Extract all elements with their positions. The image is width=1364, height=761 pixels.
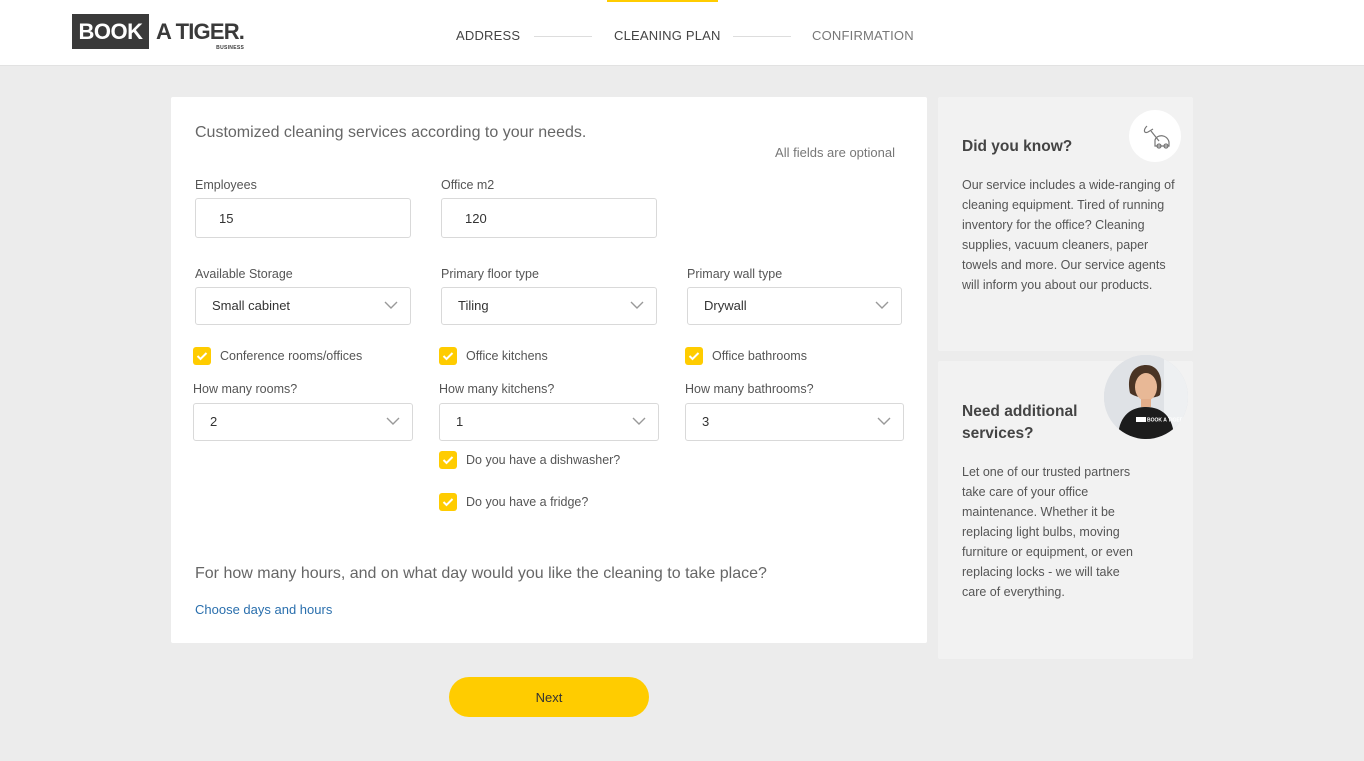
next-button[interactable]: Next — [449, 677, 649, 717]
kitchens-checkbox-row[interactable]: Office kitchens — [439, 347, 548, 365]
step-divider — [733, 36, 791, 37]
wall-type-label: Primary wall type — [687, 267, 783, 281]
storage-label: Available Storage — [195, 267, 293, 281]
cleaning-plan-form: Customized cleaning services according t… — [171, 97, 927, 643]
choose-days-hours-link[interactable]: Choose days and hours — [195, 602, 332, 617]
floor-type-label: Primary floor type — [441, 267, 539, 281]
storage-select[interactable]: Small cabinet — [195, 287, 411, 325]
checkmark-icon — [196, 352, 208, 361]
additional-services-title: Need additional services? — [962, 403, 1078, 442]
did-you-know-text: Our service includes a wide-ranging of c… — [962, 178, 1175, 292]
floor-type-value: Tiling — [458, 298, 489, 313]
chevron-down-icon — [386, 417, 400, 425]
employees-label: Employees — [195, 178, 257, 192]
chevron-down-icon — [875, 301, 889, 309]
schedule-question: For how many hours, and on what day woul… — [195, 565, 767, 582]
office-m2-label: Office m2 — [441, 178, 495, 192]
form-intro: Customized cleaning services according t… — [195, 124, 587, 141]
bathrooms-checkbox-label: Office bathrooms — [712, 349, 807, 363]
top-header: BOOK A TIGER. BUSINESS ADDRESS CLEANING … — [0, 0, 1364, 66]
chevron-down-icon — [384, 301, 398, 309]
employees-input[interactable] — [195, 198, 411, 238]
optional-note: All fields are optional — [775, 145, 895, 160]
step-address[interactable]: ADDRESS — [456, 28, 520, 43]
bathrooms-count-label: How many bathrooms? — [685, 382, 814, 396]
additional-services-text: Let one of our trusted partners take car… — [962, 465, 1133, 599]
step-confirmation: CONFIRMATION — [812, 28, 914, 43]
bathrooms-count-value: 3 — [702, 414, 710, 429]
bathrooms-checkbox-row[interactable]: Office bathrooms — [685, 347, 807, 365]
kitchens-checkbox[interactable] — [439, 347, 457, 365]
checkmark-icon — [442, 456, 454, 465]
office-m2-input[interactable] — [441, 198, 657, 238]
step-divider — [534, 36, 592, 37]
bathrooms-count-select[interactable]: 3 — [685, 403, 904, 441]
dishwasher-checkbox-row[interactable]: Do you have a dishwasher? — [439, 451, 620, 469]
chevron-down-icon — [632, 417, 646, 425]
step-cleaning-plan[interactable]: CLEANING PLAN — [614, 28, 721, 43]
rooms-count-value: 2 — [210, 414, 218, 429]
bathrooms-checkbox[interactable] — [685, 347, 703, 365]
rooms-count-label: How many rooms? — [193, 382, 298, 396]
chevron-down-icon — [630, 301, 644, 309]
checkmark-icon — [688, 352, 700, 361]
fridge-checkbox-label: Do you have a fridge? — [466, 495, 589, 509]
dishwasher-checkbox-label: Do you have a dishwasher? — [466, 453, 621, 467]
logo-tiger-text: A TIGER. — [156, 19, 245, 44]
wall-type-select[interactable]: Drywall — [687, 287, 902, 325]
additional-services-card: BOOK A TIGER Need additional services? L… — [938, 355, 1193, 659]
checkmark-icon — [442, 352, 454, 361]
wall-type-value: Drywall — [704, 298, 747, 313]
fridge-checkbox-row[interactable]: Do you have a fridge? — [439, 493, 588, 511]
rooms-checkbox[interactable] — [193, 347, 211, 365]
checkmark-icon — [442, 498, 454, 507]
floor-type-select[interactable]: Tiling — [441, 287, 657, 325]
rooms-checkbox-row[interactable]: Conference rooms/offices — [193, 347, 362, 365]
vacuum-cleaner-icon — [1129, 110, 1181, 162]
did-you-know-title: Did you know? — [962, 138, 1073, 155]
rooms-checkbox-label: Conference rooms/offices — [220, 349, 363, 363]
shirt-logo-text: BOOK A TIGER — [1147, 418, 1184, 424]
logo-book-block: BOOK — [72, 14, 149, 49]
fridge-checkbox[interactable] — [439, 493, 457, 511]
kitchens-count-label: How many kitchens? — [439, 382, 555, 396]
book-a-tiger-logo[interactable]: BOOK A TIGER. BUSINESS — [72, 14, 245, 51]
kitchens-count-select[interactable]: 1 — [439, 403, 659, 441]
rooms-count-select[interactable]: 2 — [193, 403, 413, 441]
dishwasher-checkbox[interactable] — [439, 451, 457, 469]
did-you-know-card: Did you know? Our service includes a wid… — [938, 97, 1193, 351]
kitchens-checkbox-label: Office kitchens — [466, 349, 548, 363]
active-step-indicator — [607, 0, 718, 2]
storage-value: Small cabinet — [212, 298, 291, 313]
agent-avatar: BOOK A TIGER — [1104, 355, 1188, 439]
logo-business-text: BUSINESS — [216, 45, 245, 51]
kitchens-count-value: 1 — [456, 414, 464, 429]
chevron-down-icon — [877, 417, 891, 425]
